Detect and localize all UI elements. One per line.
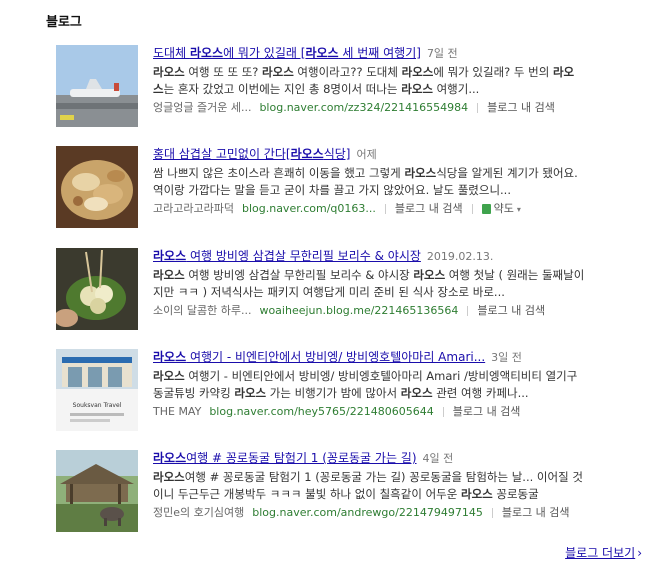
result-thumbnail[interactable]: [56, 146, 138, 228]
result-snippet: 라오스 여행기 - 비엔티안에서 방비엥/ 방비엥호텔아마리 Amari /방비…: [153, 369, 578, 400]
svg-text:Souksvan Travel: Souksvan Travel: [73, 402, 122, 409]
blog-search-link[interactable]: 블로그 내 검색: [502, 506, 570, 519]
result-thumbnail[interactable]: [56, 450, 138, 532]
blog-result: 라오스여행 # 꽁로동굴 탐험기 1 (꽁로동굴 가는 길) 4일 전 라오스여행…: [56, 450, 656, 534]
map-pin-icon: [481, 204, 491, 214]
result-author[interactable]: 정민e의 호기심여행: [153, 506, 244, 519]
blog-search-link[interactable]: 블로그 내 검색: [395, 202, 463, 215]
result-author[interactable]: 소이의 달콤한 하루...: [153, 304, 251, 317]
result-author[interactable]: THE MAY: [153, 405, 201, 418]
result-date: 2019.02.13.: [426, 250, 494, 263]
result-thumbnail[interactable]: Souksvan Travel: [56, 349, 138, 431]
result-title-link[interactable]: 홍대 삼겹살 고민없이 간다[라오스식당]: [153, 147, 350, 161]
result-url[interactable]: blog.naver.com/andrewgo/221479497145: [252, 506, 483, 519]
result-snippet: 쌈 나쁘지 않은 초이스라 흔쾌히 이동을 했고 그렇게 라오스식당을 알게된 …: [153, 166, 578, 197]
result-date: 어제: [356, 148, 377, 161]
blog-more-link[interactable]: 블로그 더보기 ›: [565, 544, 642, 561]
caret-down-icon: ▾: [516, 205, 521, 214]
result-date: 4일 전: [422, 452, 454, 465]
divider: [491, 508, 493, 518]
result-url[interactable]: blog.naver.com/zz324/221416554984: [259, 101, 468, 114]
section-title: 블로그: [46, 15, 82, 30]
result-url[interactable]: woaiheejun.blog.me/221465136564: [259, 304, 458, 317]
blog-result: 홍대 삼겹살 고민없이 간다[라오스식당] 어제 쌈 나쁘지 않은 초이스라 흔쾌…: [56, 146, 656, 230]
divider: [384, 204, 386, 214]
result-date: 3일 전: [491, 351, 522, 364]
divider: [442, 407, 444, 417]
divider: [477, 103, 479, 113]
result-author[interactable]: 엉글엉글 즐거운 세...: [153, 101, 251, 114]
result-snippet: 라오스 여행 방비엥 삼겹살 무한리필 보리수 & 야시장 라오스 여행 첫날 …: [153, 268, 585, 299]
result-snippet: 라오스여행 # 꽁로동굴 탐험기 1 (꽁로동굴 가는 길) 꽁로동굴을 탐험하…: [153, 470, 583, 501]
blog-result: Souksvan Travel 라오스 여행기 - 비엔티안에서 방비엥/ 방비…: [56, 349, 656, 433]
result-author[interactable]: 고라고라고라파덕: [153, 202, 234, 215]
result-snippet: 라오스 여행 또 또 또? 라오스 여행이라고?? 도대체 라오스에 뭐가 있길…: [153, 65, 575, 96]
result-title-link[interactable]: 라오스여행 # 꽁로동굴 탐험기 1 (꽁로동굴 가는 길): [153, 451, 417, 465]
blog-result: 도대체 라오스에 뭐가 있길래 [라오스 세 번째 여행기] 7일 전 라오스 여…: [56, 45, 656, 129]
result-thumbnail[interactable]: [56, 45, 138, 127]
result-thumbnail[interactable]: [56, 248, 138, 330]
result-title-link[interactable]: 라오스 여행 방비엥 삼겹살 무한리필 보리수 & 야시장: [153, 249, 421, 263]
result-url[interactable]: blog.naver.com/q0163...: [242, 202, 376, 215]
blog-search-link[interactable]: 블로그 내 검색: [453, 405, 521, 418]
map-link[interactable]: 약도 ▾: [481, 202, 521, 215]
result-title-link[interactable]: 라오스 여행기 - 비엔티안에서 방비엥/ 방비엥호텔아마리 Amari...: [153, 350, 485, 364]
result-date: 7일 전: [426, 47, 458, 60]
blog-result: 라오스 여행 방비엥 삼겹살 무한리필 보리수 & 야시장 2019.02.13.…: [56, 248, 656, 332]
chevron-right-icon: ›: [637, 546, 642, 560]
result-url[interactable]: blog.naver.com/hey5765/221480605644: [209, 405, 433, 418]
divider: [471, 204, 473, 214]
divider: [467, 306, 469, 316]
blog-search-link[interactable]: 블로그 내 검색: [477, 304, 545, 317]
blog-search-link[interactable]: 블로그 내 검색: [487, 101, 555, 114]
result-title-link[interactable]: 도대체 라오스에 뭐가 있길래 [라오스 세 번째 여행기]: [153, 46, 421, 60]
